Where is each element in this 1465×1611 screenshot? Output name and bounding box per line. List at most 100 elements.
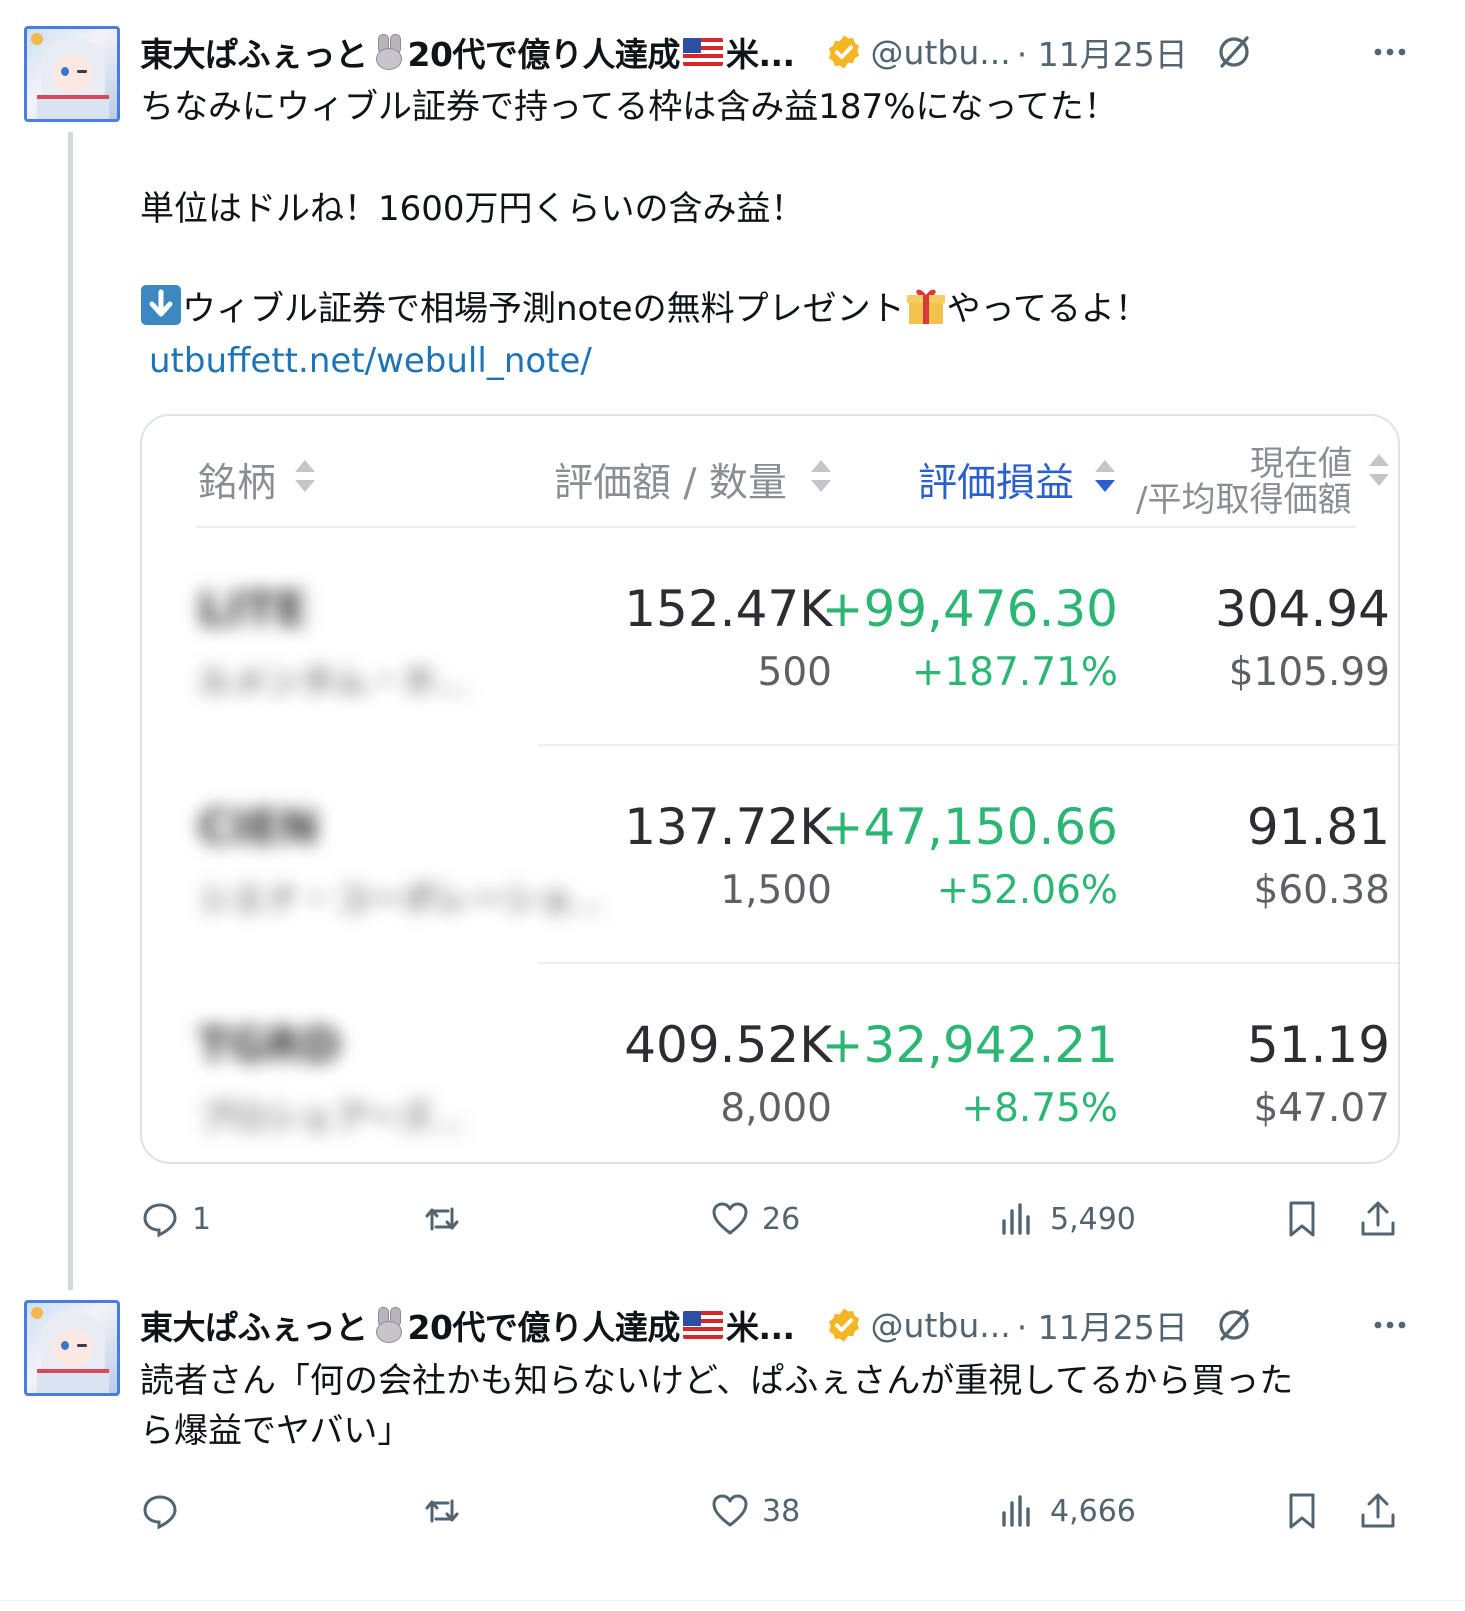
- current-price: 51.19: [1246, 1016, 1390, 1074]
- views-button[interactable]: 5,490: [998, 1194, 1136, 1244]
- like-count: 26: [762, 1201, 801, 1237]
- tweet-action-bar: 1 26 5,490: [140, 1194, 1400, 1244]
- header-divider: [196, 526, 1356, 528]
- unrealized-pnl-percent: +8.75%: [961, 1086, 1118, 1131]
- market-value: 137.72K: [624, 798, 832, 856]
- heart-icon: [712, 1494, 748, 1527]
- tweet-text-line: ウィブル証券で相場予測noteの無料プレゼント やってるよ！: [140, 284, 1149, 335]
- share-icon: [1361, 1493, 1395, 1528]
- heart-icon: [712, 1202, 748, 1235]
- down-arrow-emoji-icon: [141, 285, 181, 325]
- holdings-screenshot-card[interactable]: 銘柄 評価額 / 数量 評価損益 現在値 /平均取得価額 LITE ルメンタム・…: [140, 414, 1400, 1164]
- rabbit-emoji-icon: [370, 34, 406, 70]
- quantity: 8,000: [720, 1086, 832, 1131]
- view-count: 5,490: [1050, 1201, 1136, 1237]
- feed-divider: [0, 1600, 1465, 1601]
- average-cost: $105.99: [1228, 650, 1390, 695]
- thread-connector-line: [68, 132, 73, 1290]
- column-header-value-qty: 評価額 / 数量: [554, 461, 787, 506]
- unrealized-pnl: +32,942.21: [821, 1016, 1118, 1074]
- row-divider: [538, 962, 1398, 964]
- views-button[interactable]: 4,666: [998, 1486, 1136, 1536]
- grok-icon[interactable]: [1214, 32, 1254, 72]
- unrealized-pnl-percent: +52.06%: [936, 868, 1118, 913]
- us-flag-emoji-icon: [682, 38, 723, 66]
- bookmark-icon: [1289, 1493, 1315, 1529]
- unrealized-pnl: +99,476.30: [821, 580, 1118, 638]
- average-cost: $60.38: [1253, 868, 1390, 913]
- author-name-mid[interactable]: 20代で億り人達成: [408, 28, 681, 76]
- grok-icon[interactable]: [1214, 1305, 1254, 1345]
- verified-badge-icon[interactable]: [825, 33, 863, 71]
- views-chart-icon: [1002, 1495, 1030, 1527]
- market-value: 152.47K: [624, 580, 832, 638]
- author-handle[interactable]: @utbu...: [871, 1306, 1011, 1345]
- tweet-text-segment: やってるよ！: [946, 289, 1149, 329]
- reply-button[interactable]: [140, 1486, 192, 1536]
- like-button[interactable]: 26: [710, 1194, 800, 1244]
- unrealized-pnl: +47,150.66: [821, 798, 1118, 856]
- rabbit-emoji-icon: [370, 1307, 406, 1343]
- share-button[interactable]: [1358, 1194, 1398, 1244]
- avatar[interactable]: [24, 1300, 120, 1396]
- like-button[interactable]: 38: [710, 1486, 800, 1536]
- gift-emoji-icon: [906, 289, 945, 324]
- more-options-icon[interactable]: [1370, 1303, 1410, 1347]
- author-name-mid[interactable]: 20代で億り人達成: [408, 1301, 681, 1349]
- more-options-icon[interactable]: [1370, 30, 1410, 74]
- column-header-price-line2: /平均取得価額: [1136, 480, 1352, 520]
- unrealized-pnl-percent: +187.71%: [911, 650, 1118, 695]
- views-chart-icon: [1002, 1203, 1030, 1235]
- author-name[interactable]: 東大ぱふぇっと: [140, 28, 368, 76]
- tweet-text-segment: ウィブル証券で相場予測noteの無料プレゼント: [182, 289, 905, 329]
- tweet-text-line: ちなみにウィブル証券で持ってる枠は含み益187%になってた！: [140, 87, 1118, 127]
- author-name-tail[interactable]: 米...: [726, 28, 795, 76]
- bookmark-button[interactable]: [1282, 1194, 1322, 1244]
- author-name-tail[interactable]: 米...: [726, 1301, 795, 1349]
- us-flag-emoji-icon: [682, 1311, 723, 1339]
- retweet-icon: [425, 1207, 459, 1231]
- blurred-ticker: TGRD: [198, 1018, 341, 1072]
- quantity: 500: [757, 650, 832, 695]
- retweet-button[interactable]: [422, 1194, 474, 1244]
- tweet-text-line: 単位はドルね！1600万円くらいの含み益！: [140, 189, 805, 229]
- sort-desc-active-icon: [1095, 460, 1115, 492]
- like-count: 38: [762, 1493, 801, 1529]
- column-header-ticker: 銘柄: [198, 461, 277, 506]
- reply-button[interactable]: 1: [140, 1194, 211, 1244]
- author-name[interactable]: 東大ぱふぇっと: [140, 1301, 368, 1349]
- market-value: 409.52K: [624, 1016, 832, 1074]
- blurred-ticker: LITE: [198, 582, 308, 636]
- blurred-company-name: ルメンタム・ホ...: [198, 662, 469, 702]
- reply-icon: [143, 1203, 177, 1238]
- share-button[interactable]: [1358, 1486, 1398, 1536]
- row-divider: [538, 744, 1398, 746]
- sort-icon: [811, 460, 831, 492]
- sort-icon: [295, 460, 315, 492]
- average-cost: $47.07: [1253, 1086, 1390, 1131]
- tweet-header: 東大ぱふぇっと 20代で億り人達成 米... @utbu... · 11月25日: [140, 30, 1450, 74]
- tweet-date[interactable]: · 11月25日: [1017, 28, 1188, 76]
- tweet-date[interactable]: · 11月25日: [1017, 1301, 1188, 1349]
- blurred-ticker: CIEN: [198, 800, 319, 854]
- reply-count: 1: [192, 1201, 212, 1237]
- view-count: 4,666: [1050, 1493, 1136, 1529]
- tweet-header: 東大ぱふぇっと 20代で億り人達成 米... @utbu... · 11月25日: [140, 1303, 1450, 1347]
- blurred-company-name: プロシェアーズ...: [198, 1098, 465, 1138]
- verified-badge-icon[interactable]: [825, 1306, 863, 1344]
- column-header-pnl: 評価損益: [918, 461, 1075, 506]
- avatar[interactable]: [24, 26, 120, 122]
- tweet-action-bar: 38 4,666: [140, 1486, 1400, 1536]
- blurred-company-name: シエナ・コーポレーショ...: [198, 880, 604, 920]
- bookmark-button[interactable]: [1282, 1486, 1322, 1536]
- retweet-icon: [425, 1499, 459, 1523]
- tweet-text-line: ら爆益でヤバい」: [140, 1411, 412, 1451]
- reply-icon: [143, 1495, 177, 1530]
- bookmark-icon: [1289, 1201, 1315, 1237]
- retweet-button[interactable]: [422, 1486, 474, 1536]
- tweet-link[interactable]: utbuffett.net/webull_note/: [149, 336, 592, 387]
- author-handle[interactable]: @utbu...: [871, 33, 1011, 72]
- tweet-text-line: 読者さん「何の会社かも知らないけど、ぱふぇさんが重視してるから買った: [140, 1361, 1294, 1401]
- current-price: 91.81: [1246, 798, 1390, 856]
- share-icon: [1361, 1201, 1395, 1236]
